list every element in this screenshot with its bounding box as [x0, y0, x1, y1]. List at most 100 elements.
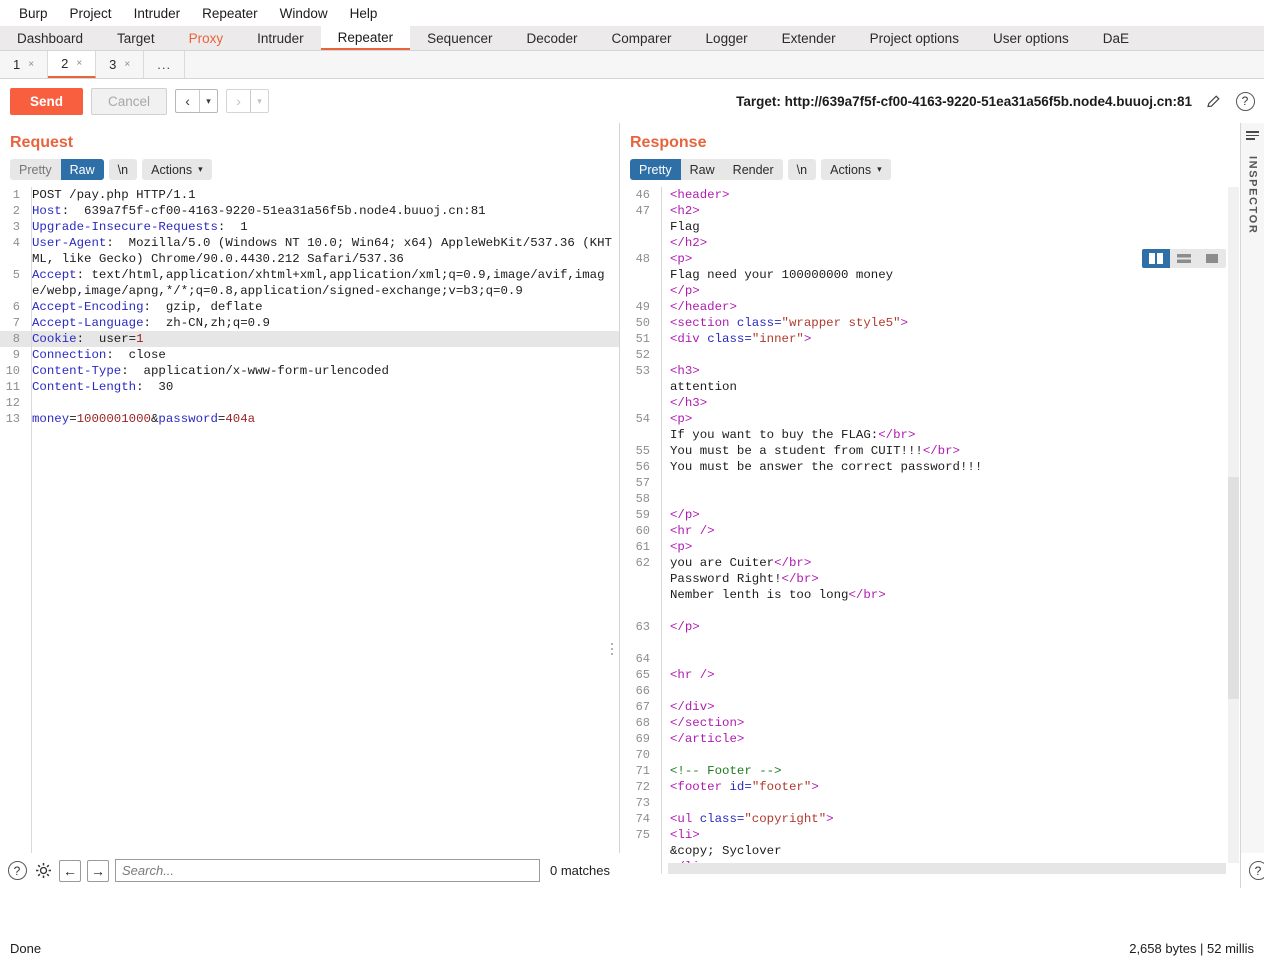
code-content: <!-- Footer --> [656, 763, 1240, 779]
tab-user-options[interactable]: User options [976, 26, 1086, 50]
status-bar: Done 2,658 bytes | 52 millis [0, 936, 1264, 961]
code-token: 1 [136, 332, 144, 346]
code-line: 68 </section> [620, 715, 1240, 731]
tab-project-options[interactable]: Project options [853, 26, 976, 50]
tab-intruder[interactable]: Intruder [240, 26, 321, 50]
response-code-lines: 46 <header> 47 <h2> Flag </h2> 48 <p> Flag need … [620, 187, 1240, 874]
tab-dashboard[interactable]: Dashboard [0, 26, 100, 50]
menu-item-window[interactable]: Window [269, 3, 339, 24]
request-editor[interactable]: 1 POST /pay.php HTTP/1.1 2 Host: 639a7f5f-c… [0, 187, 619, 874]
tab-repeater[interactable]: Repeater [320, 26, 411, 50]
help-icon[interactable]: ? [1234, 90, 1256, 112]
code-line: 56 You must be answer the correct passwor… [620, 459, 1240, 475]
code-token: : Mozilla/5.0 (Windows NT 10.0; Win64; x… [32, 236, 612, 266]
request-view-raw[interactable]: Raw [60, 159, 104, 180]
close-icon[interactable]: × [124, 59, 130, 70]
tab-sequencer[interactable]: Sequencer [410, 26, 509, 50]
pencil-icon[interactable] [1202, 90, 1224, 112]
forward-button[interactable]: › ▾ [226, 89, 270, 113]
line-number: 60 [635, 524, 650, 538]
menu-lines-icon[interactable] [1246, 131, 1259, 140]
code-token: <header> [670, 188, 730, 202]
code-token: : 30 [136, 380, 174, 394]
code-content: you are Cuiter</br> [656, 555, 1240, 571]
request-matches-count: 0 matches [550, 863, 610, 878]
tab-comparer[interactable]: Comparer [595, 26, 689, 50]
request-view-pretty[interactable]: Pretty [10, 159, 61, 180]
response-view-pretty[interactable]: Pretty [630, 159, 681, 180]
split-horizontal-icon[interactable] [1170, 249, 1198, 268]
gear-icon[interactable] [34, 861, 53, 880]
repeater-tab-3[interactable]: 3 × [96, 51, 145, 78]
tab-proxy[interactable]: Proxy [172, 26, 241, 50]
search-next-button[interactable]: → [87, 859, 109, 882]
line-number: 53 [635, 364, 650, 378]
help-icon[interactable]: ? [6, 860, 28, 882]
close-icon[interactable]: × [28, 59, 34, 70]
menu-item-repeater[interactable]: Repeater [191, 3, 269, 24]
code-content: If you want to buy the FLAG:</br> [656, 427, 1240, 443]
code-content: <h2> [656, 203, 1240, 219]
pane-splitter[interactable] [611, 643, 613, 655]
code-line: 1 POST /pay.php HTTP/1.1 [0, 187, 619, 203]
help-icon[interactable]: ? [1247, 860, 1264, 882]
menu-item-project[interactable]: Project [59, 3, 123, 24]
response-view-render[interactable]: Render [724, 159, 783, 180]
target-area: Target: http://639a7f5f-cf00-4163-9220-5… [736, 79, 1256, 123]
request-actions-label: Actions [151, 162, 193, 177]
single-pane-icon[interactable] [1198, 249, 1226, 268]
back-button[interactable]: ‹ ▾ [175, 89, 219, 113]
code-token: <footer [670, 780, 730, 794]
code-content [656, 635, 1240, 651]
gutter-divider [661, 187, 662, 874]
tab-decoder[interactable]: Decoder [509, 26, 594, 50]
code-content: <li> [656, 827, 1240, 843]
search-prev-button[interactable]: ← [59, 859, 81, 882]
repeater-tab-2[interactable]: 2 × [48, 51, 97, 78]
code-line: 46 <header> [620, 187, 1240, 203]
request-search-input[interactable] [115, 859, 541, 882]
response-view-raw[interactable]: Raw [681, 159, 724, 180]
code-content: Upgrade-Insecure-Requests: 1 [26, 219, 619, 235]
line-number: 75 [635, 828, 650, 842]
tab-extender[interactable]: Extender [765, 26, 853, 50]
tab-logger[interactable]: Logger [689, 26, 765, 50]
split-vertical-icon[interactable] [1142, 249, 1170, 268]
code-token: password [158, 412, 218, 426]
send-button[interactable]: Send [10, 87, 84, 115]
menu-item-intruder[interactable]: Intruder [123, 3, 192, 24]
tab-dae[interactable]: DaE [1086, 26, 1146, 50]
cancel-button[interactable]: Cancel [91, 87, 168, 115]
repeater-tab-1[interactable]: 1 × [0, 51, 49, 78]
code-token: : zh-CN,zh;q=0.9 [143, 316, 270, 330]
close-icon[interactable]: × [76, 58, 82, 69]
response-editor[interactable]: 46 <header> 47 <h2> Flag </h2> 48 <p> Flag need … [620, 187, 1240, 874]
code-content: <p> [656, 411, 1240, 427]
response-vertical-scrollbar[interactable] [1228, 187, 1239, 863]
code-token: you are Cuiter [670, 556, 775, 570]
repeater-tab-1-label: 1 [13, 57, 21, 72]
status-right: 2,658 bytes | 52 millis [1129, 941, 1254, 956]
menu-item-help[interactable]: Help [339, 3, 389, 24]
code-token: </br> [781, 572, 819, 586]
code-line: If you want to buy the FLAG:</br> [620, 427, 1240, 443]
menu-item-burp[interactable]: Burp [8, 3, 59, 24]
response-newline-toggle[interactable]: \n [787, 159, 817, 180]
line-number: 58 [635, 492, 650, 506]
tab-target[interactable]: Target [100, 26, 172, 50]
request-newline-toggle[interactable]: \n [108, 159, 138, 180]
response-horizontal-scrollbar[interactable] [668, 863, 1226, 874]
repeater-tab-more[interactable]: ... [144, 51, 186, 78]
code-line: 63 </p> [620, 619, 1240, 635]
request-actions-button[interactable]: Actions ▾ [142, 159, 212, 180]
code-line: 50 <section class="wrapper style5"> [620, 315, 1240, 331]
code-token: </article> [670, 732, 745, 746]
code-line: 12 [0, 395, 619, 411]
code-content: </article> [656, 731, 1240, 747]
code-line: 51 <div class="inner"> [620, 331, 1240, 347]
code-line: 73 [620, 795, 1240, 811]
scrollbar-thumb[interactable] [1228, 477, 1239, 699]
response-view-toggle: Pretty Raw Render [630, 159, 783, 180]
response-actions-button[interactable]: Actions ▾ [821, 159, 891, 180]
inspector-panel[interactable]: INSPECTOR [1240, 123, 1264, 888]
